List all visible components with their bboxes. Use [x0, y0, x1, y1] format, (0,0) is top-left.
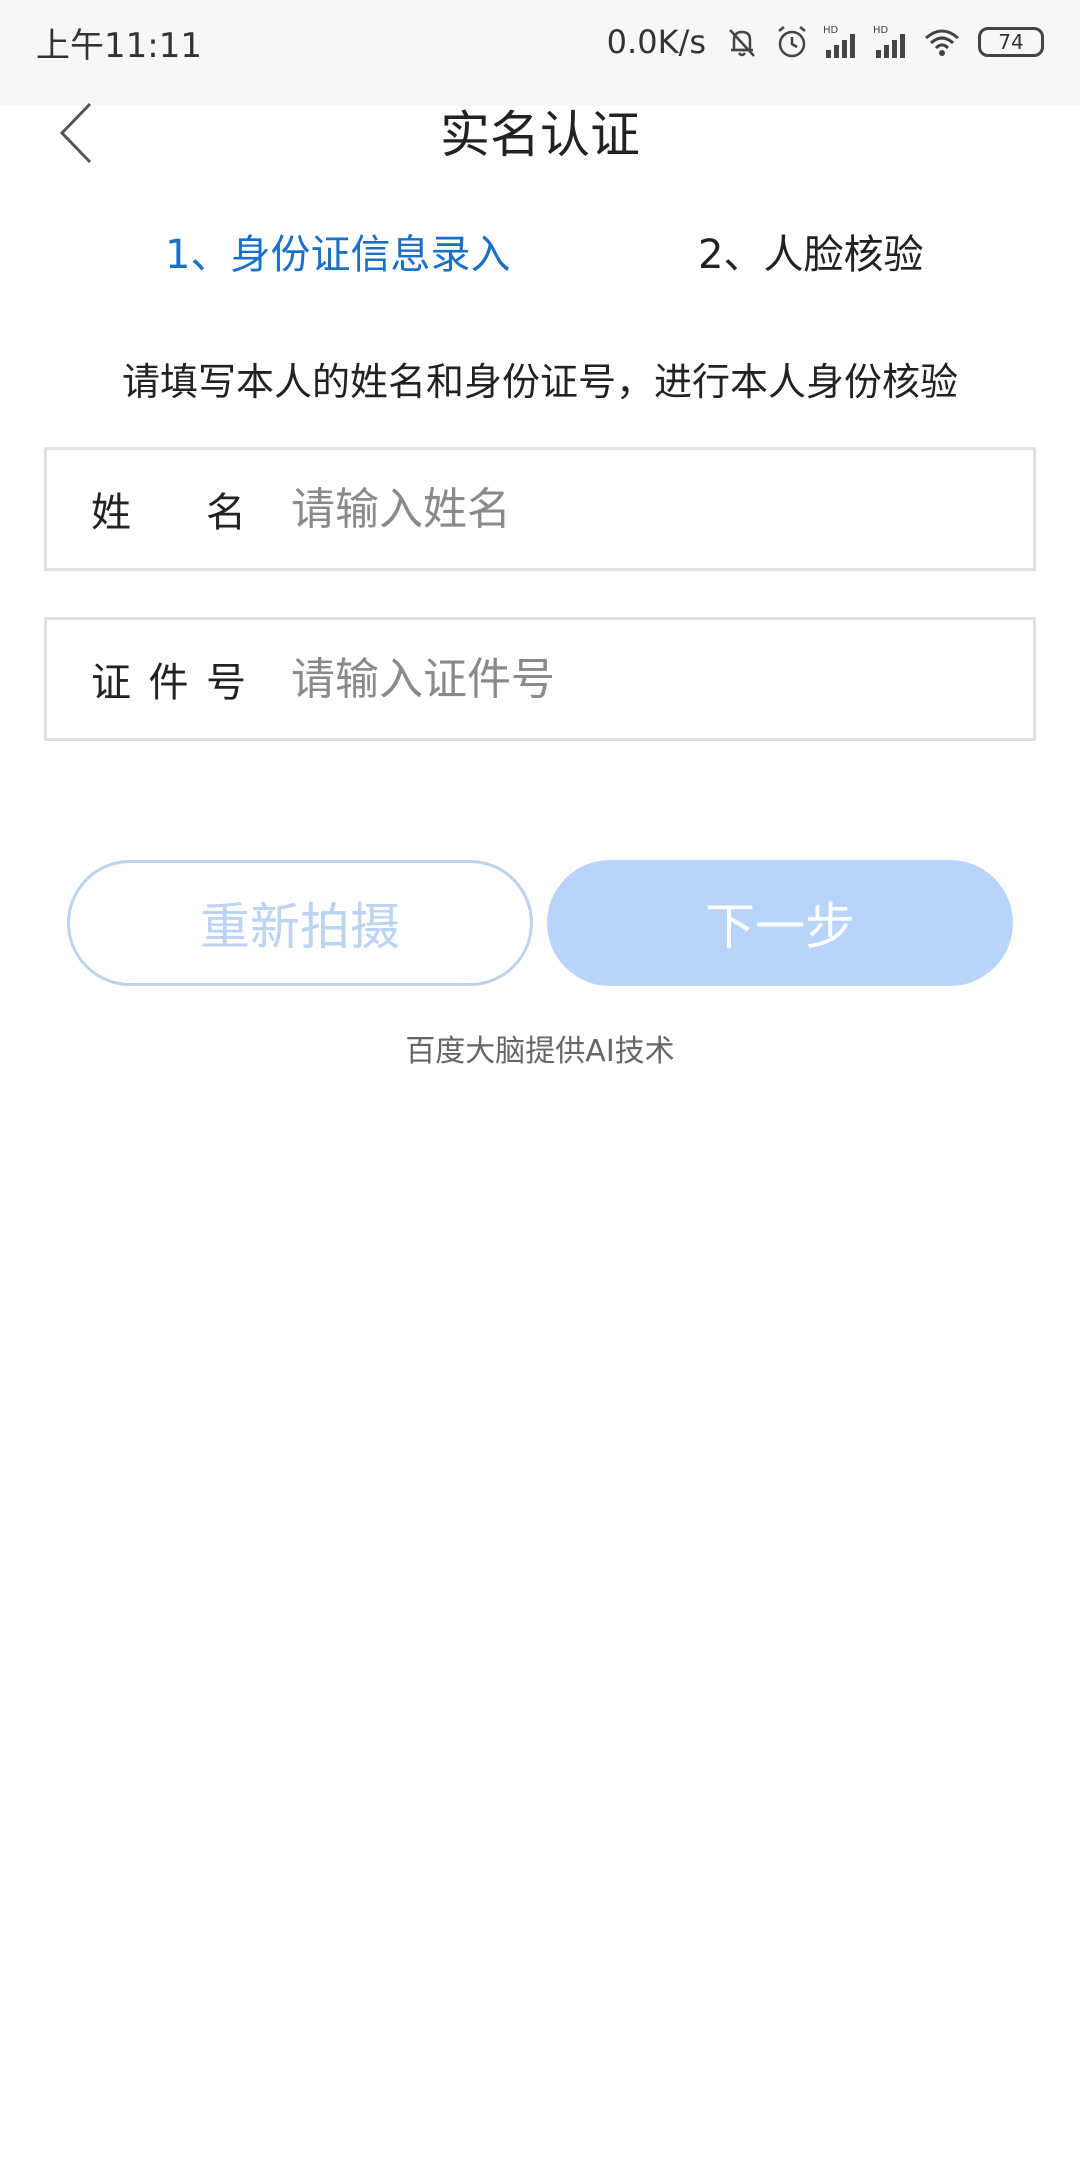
status-icons: 0.0K/s HD HD 74	[607, 22, 1044, 62]
wifi-icon	[922, 22, 962, 62]
name-input[interactable]	[291, 483, 1003, 535]
status-time: 上午11:11	[36, 25, 202, 66]
battery-icon: 74	[978, 27, 1044, 57]
id-label-char: 件	[148, 660, 189, 706]
name-label-char: 名	[206, 490, 246, 536]
name-label: 姓 名	[91, 480, 291, 538]
name-label-char: 姓	[91, 490, 131, 536]
step-id-info: 1、身份证信息录入	[165, 232, 511, 278]
network-speed: 0.0K/s	[606, 23, 706, 61]
status-bar: 上午11:11 0.0K/s HD HD 74	[0, 0, 1080, 106]
retake-button[interactable]: 重新拍摄	[67, 860, 533, 986]
step-face-verify: 2、人脸核验	[698, 232, 924, 278]
id-label-char: 号	[206, 660, 246, 706]
signal-hd-icon: HD	[872, 22, 912, 62]
header: 实名认证	[0, 100, 1080, 170]
battery-level: 74	[998, 30, 1024, 54]
ai-credit-text: 百度大脑提供AI技术	[405, 1034, 675, 1069]
svg-text:HD: HD	[873, 25, 889, 36]
instruction-text: 请填写本人的姓名和身份证号，进行本人身份核验	[121, 360, 958, 404]
svg-text:HD: HD	[823, 25, 839, 36]
id-number-field: 证 件 号	[44, 617, 1036, 741]
name-field: 姓 名	[44, 447, 1036, 571]
next-step-button[interactable]: 下一步	[547, 860, 1013, 986]
bell-muted-icon	[722, 22, 762, 62]
id-number-input[interactable]	[291, 653, 1003, 705]
signal-hd-icon: HD	[822, 22, 862, 62]
step-indicator: 1、身份证信息录入 2、人脸核验	[0, 225, 1080, 285]
id-label-char: 证	[91, 660, 131, 706]
id-number-label: 证 件 号	[91, 650, 291, 708]
alarm-icon	[772, 22, 812, 62]
page-title: 实名认证	[440, 106, 640, 164]
